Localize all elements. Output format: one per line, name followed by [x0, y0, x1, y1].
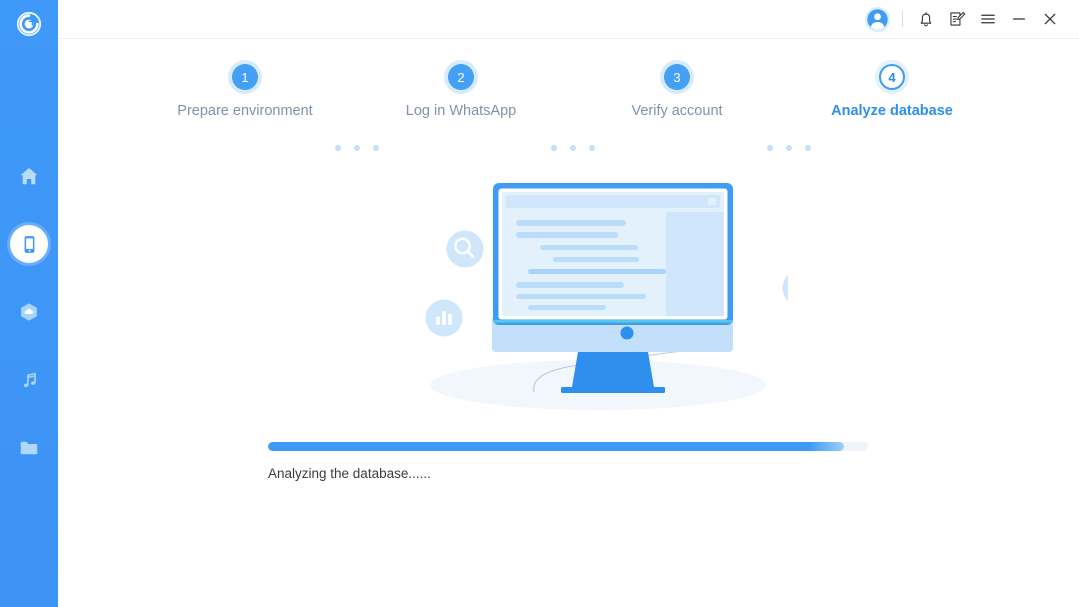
hierarchy-badge	[782, 269, 820, 307]
step-1-number: 1	[232, 64, 258, 90]
screen-titlebar	[506, 195, 720, 208]
step-4-label: Analyze database	[831, 103, 953, 119]
monitor-power-led	[620, 326, 634, 340]
minimize-icon	[1012, 18, 1025, 20]
screen-text-line	[540, 245, 638, 250]
sidebar-item-home[interactable]	[10, 157, 48, 195]
connector-dot	[354, 145, 360, 151]
cloud-backup-icon	[21, 303, 37, 321]
close-button[interactable]	[1034, 4, 1065, 34]
step-4[interactable]: 4 Analyze database	[792, 64, 992, 119]
progress-fill	[268, 442, 844, 451]
notifications-button[interactable]	[910, 4, 941, 34]
connector-dot	[335, 145, 341, 151]
illustration-svg	[425, 183, 820, 410]
step-1-label: Prepare environment	[177, 103, 313, 119]
close-icon	[1044, 13, 1055, 25]
sidebar-item-backup[interactable]	[10, 293, 48, 331]
step-2-number: 2	[448, 64, 474, 90]
minimize-button[interactable]	[1003, 4, 1034, 34]
app-window: 1 Prepare environment 2 Log in WhatsApp …	[0, 0, 1079, 607]
connector-dot	[786, 145, 792, 151]
sidebar-item-music[interactable]	[10, 361, 48, 399]
step-3[interactable]: 3 Verify account	[577, 64, 777, 119]
progress-status-text: Analyzing the database......	[268, 466, 431, 481]
search-badge	[446, 230, 484, 268]
connector-dot	[373, 145, 379, 151]
connector-dot	[551, 145, 557, 151]
bell-icon	[920, 12, 931, 27]
connector-dot	[767, 145, 773, 151]
menu-button[interactable]	[972, 4, 1003, 34]
screen-text-line	[553, 257, 639, 262]
step-1[interactable]: 1 Prepare environment	[145, 64, 345, 119]
account-avatar[interactable]	[859, 4, 895, 34]
step-indicator: 1 Prepare environment 2 Log in WhatsApp …	[58, 64, 1079, 151]
app-logo[interactable]	[10, 5, 48, 43]
step-connector-1	[335, 145, 379, 151]
screen-text-line	[516, 220, 626, 226]
step-3-number: 3	[664, 64, 690, 90]
database-analysis-illustration	[388, 170, 820, 420]
screen-text-line	[516, 294, 646, 299]
screen-titlebar-button	[708, 198, 716, 205]
step-2[interactable]: 2 Log in WhatsApp	[361, 64, 561, 119]
hamburger-menu-icon	[980, 14, 995, 24]
scan-highlight-glow	[493, 320, 733, 323]
phone-device-icon	[24, 235, 34, 253]
window-controls	[859, 0, 1065, 38]
connector-dot	[805, 145, 811, 151]
avatar-icon	[864, 6, 890, 32]
home-icon	[20, 167, 38, 185]
statistics-badge	[425, 299, 463, 337]
screen-side-panel	[666, 212, 724, 316]
main-content: 1 Prepare environment 2 Log in WhatsApp …	[58, 0, 1079, 607]
sidebar-nav	[10, 157, 48, 467]
toolbar-divider	[902, 11, 903, 27]
step-connector-2	[551, 145, 595, 151]
step-3-label: Verify account	[631, 103, 723, 119]
connector-dot	[570, 145, 576, 151]
step-4-number: 4	[879, 64, 905, 90]
screen-text-line	[528, 269, 666, 274]
app-logo-icon	[16, 11, 42, 37]
folder-icon	[20, 441, 38, 455]
sidebar	[0, 0, 58, 607]
title-bar	[58, 0, 1079, 39]
monitor-stand	[572, 352, 654, 387]
connector-dot	[589, 145, 595, 151]
screen-text-line	[528, 305, 606, 310]
step-connector-3	[767, 145, 811, 151]
step-2-label: Log in WhatsApp	[405, 103, 517, 119]
music-note-icon	[23, 372, 36, 387]
sidebar-item-device[interactable]	[10, 225, 48, 263]
progress-section: Analyzing the database......	[268, 442, 868, 481]
sidebar-item-files[interactable]	[10, 429, 48, 467]
monitor-stand-base	[561, 387, 665, 393]
analyze-progress-bar	[268, 442, 868, 451]
edit-note-icon	[949, 11, 965, 26]
screen-text-line	[516, 232, 618, 238]
feedback-button[interactable]	[941, 4, 972, 34]
screen-text-line	[516, 282, 624, 288]
